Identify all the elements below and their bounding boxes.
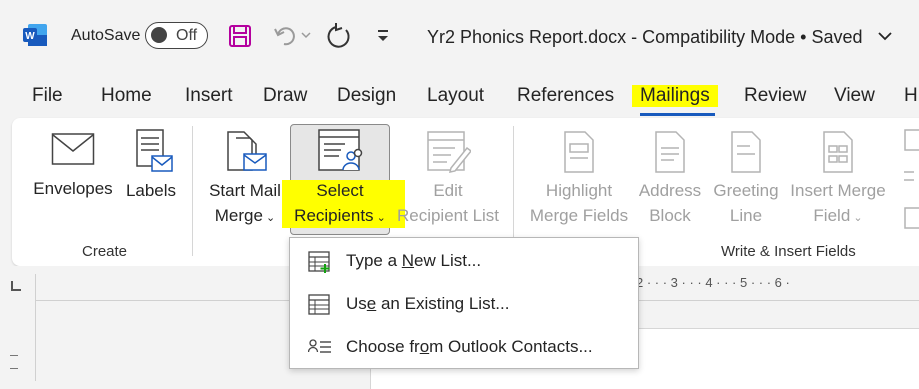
vertical-ruler-mark xyxy=(10,368,18,369)
rules-icon-stack[interactable] xyxy=(900,128,919,232)
insert-merge-line2: Field xyxy=(813,206,851,225)
tab-mailings[interactable]: Mailings xyxy=(632,85,718,107)
address-line1: Address xyxy=(638,181,702,200)
undo-icon[interactable] xyxy=(272,23,298,49)
greeting-line-button[interactable]: Greeting Line xyxy=(708,128,784,232)
tab-insert[interactable]: Insert xyxy=(185,85,233,107)
envelopes-button[interactable]: Envelopes xyxy=(30,128,116,208)
menu-item-label: Use an Existing List... xyxy=(346,294,510,313)
edit-list-icon xyxy=(427,131,471,173)
insert-merge-field-icon xyxy=(823,131,853,173)
chevron-down-icon: ⌄ xyxy=(850,212,863,224)
select-recipients-line2: Recipients xyxy=(294,206,374,225)
save-icon[interactable] xyxy=(228,24,252,48)
menu-item-label: Choose from Outlook Contacts... xyxy=(346,337,593,356)
start-mail-merge-line2: Merge xyxy=(214,206,263,225)
greeting-line-icon xyxy=(731,131,761,173)
tab-review[interactable]: Review xyxy=(744,85,806,107)
envelope-icon xyxy=(51,133,95,165)
rules-icon xyxy=(904,129,919,229)
new-list-icon xyxy=(308,251,330,273)
vertical-ruler-mark xyxy=(10,355,18,356)
menu-item-use-existing-list[interactable]: Use an Existing List... xyxy=(290,283,638,325)
word-app-icon: W xyxy=(23,24,47,46)
autosave-state: Off xyxy=(176,27,198,44)
greeting-line1: Greeting xyxy=(713,181,779,200)
vertical-ruler-edge xyxy=(35,274,36,381)
highlight-merge-fields-button[interactable]: Highlight Merge Fields xyxy=(524,128,634,232)
menu-item-label: Type a New List... xyxy=(346,251,482,270)
edit-recipient-line1: Edit xyxy=(433,181,463,200)
group-separator xyxy=(192,126,193,256)
tab-home[interactable]: Home xyxy=(101,85,152,107)
contacts-icon xyxy=(308,339,331,353)
labels-icon xyxy=(136,129,173,172)
labels-label: Labels xyxy=(125,181,177,200)
menu-item-type-new-list[interactable]: Type a New List... xyxy=(290,240,638,282)
tab-help[interactable]: H xyxy=(904,85,918,107)
select-recipients-button[interactable]: Select Recipients ⌄ xyxy=(290,128,390,232)
edit-recipient-list-button[interactable]: Edit Recipient List xyxy=(396,128,500,232)
start-mail-merge-line1: Start Mail xyxy=(209,181,281,200)
start-mail-merge-icon xyxy=(227,131,267,171)
active-tab-indicator xyxy=(640,113,715,116)
start-mail-merge-button[interactable]: Start Mail Merge ⌄ xyxy=(204,128,286,230)
tab-file[interactable]: File xyxy=(32,85,63,107)
insert-merge-field-button[interactable]: Insert Merge Field ⌄ xyxy=(786,128,890,232)
title-chevron-down-icon[interactable] xyxy=(877,31,893,41)
tab-references[interactable]: References xyxy=(517,85,614,107)
edit-recipient-line2: Recipient List xyxy=(396,206,500,225)
address-block-button[interactable]: Address Block xyxy=(636,128,704,232)
undo-dropdown-icon[interactable] xyxy=(301,31,311,39)
tab-layout[interactable]: Layout xyxy=(427,85,484,107)
greeting-line2: Line xyxy=(729,206,763,225)
highlight-fields-icon xyxy=(564,131,594,173)
select-recipients-menu: Type a New List... Use an Existing List.… xyxy=(289,237,639,369)
highlight-line1: Highlight xyxy=(545,181,613,200)
write-insert-group-label: Write & Insert Fields xyxy=(721,243,856,260)
address-line2: Block xyxy=(649,206,691,225)
horizontal-ruler[interactable]: 2 · · · 3 · · · 4 · · · 5 · · · 6 · xyxy=(636,275,790,290)
chevron-down-icon: ⌄ xyxy=(262,212,276,224)
create-group-label: Create xyxy=(82,243,128,260)
autosave-label: AutoSave xyxy=(71,27,141,44)
tab-stop-selector-icon[interactable] xyxy=(11,281,21,291)
document-title[interactable]: Yr2 Phonics Report.docx - Compatibility … xyxy=(427,27,863,48)
highlight-line2: Merge Fields xyxy=(529,206,629,225)
envelopes-label: Envelopes xyxy=(33,179,113,198)
menu-item-outlook-contacts[interactable]: Choose from Outlook Contacts... xyxy=(290,326,638,368)
select-recipients-icon xyxy=(318,129,363,171)
labels-button[interactable]: Labels xyxy=(122,128,180,208)
existing-list-icon xyxy=(308,294,330,315)
redo-icon[interactable] xyxy=(326,22,354,50)
toggle-knob xyxy=(151,27,167,43)
insert-merge-line1: Insert Merge xyxy=(790,181,886,200)
customize-toolbar-icon[interactable] xyxy=(376,28,390,44)
address-block-icon xyxy=(655,131,685,173)
svg-text:W: W xyxy=(25,31,35,42)
tab-view[interactable]: View xyxy=(834,85,875,107)
tab-draw[interactable]: Draw xyxy=(263,85,307,107)
select-recipients-line1: Select xyxy=(316,181,364,200)
autosave-toggle[interactable]: Off xyxy=(145,22,208,49)
chevron-down-icon: ⌄ xyxy=(373,212,386,224)
tab-design[interactable]: Design xyxy=(337,85,396,107)
